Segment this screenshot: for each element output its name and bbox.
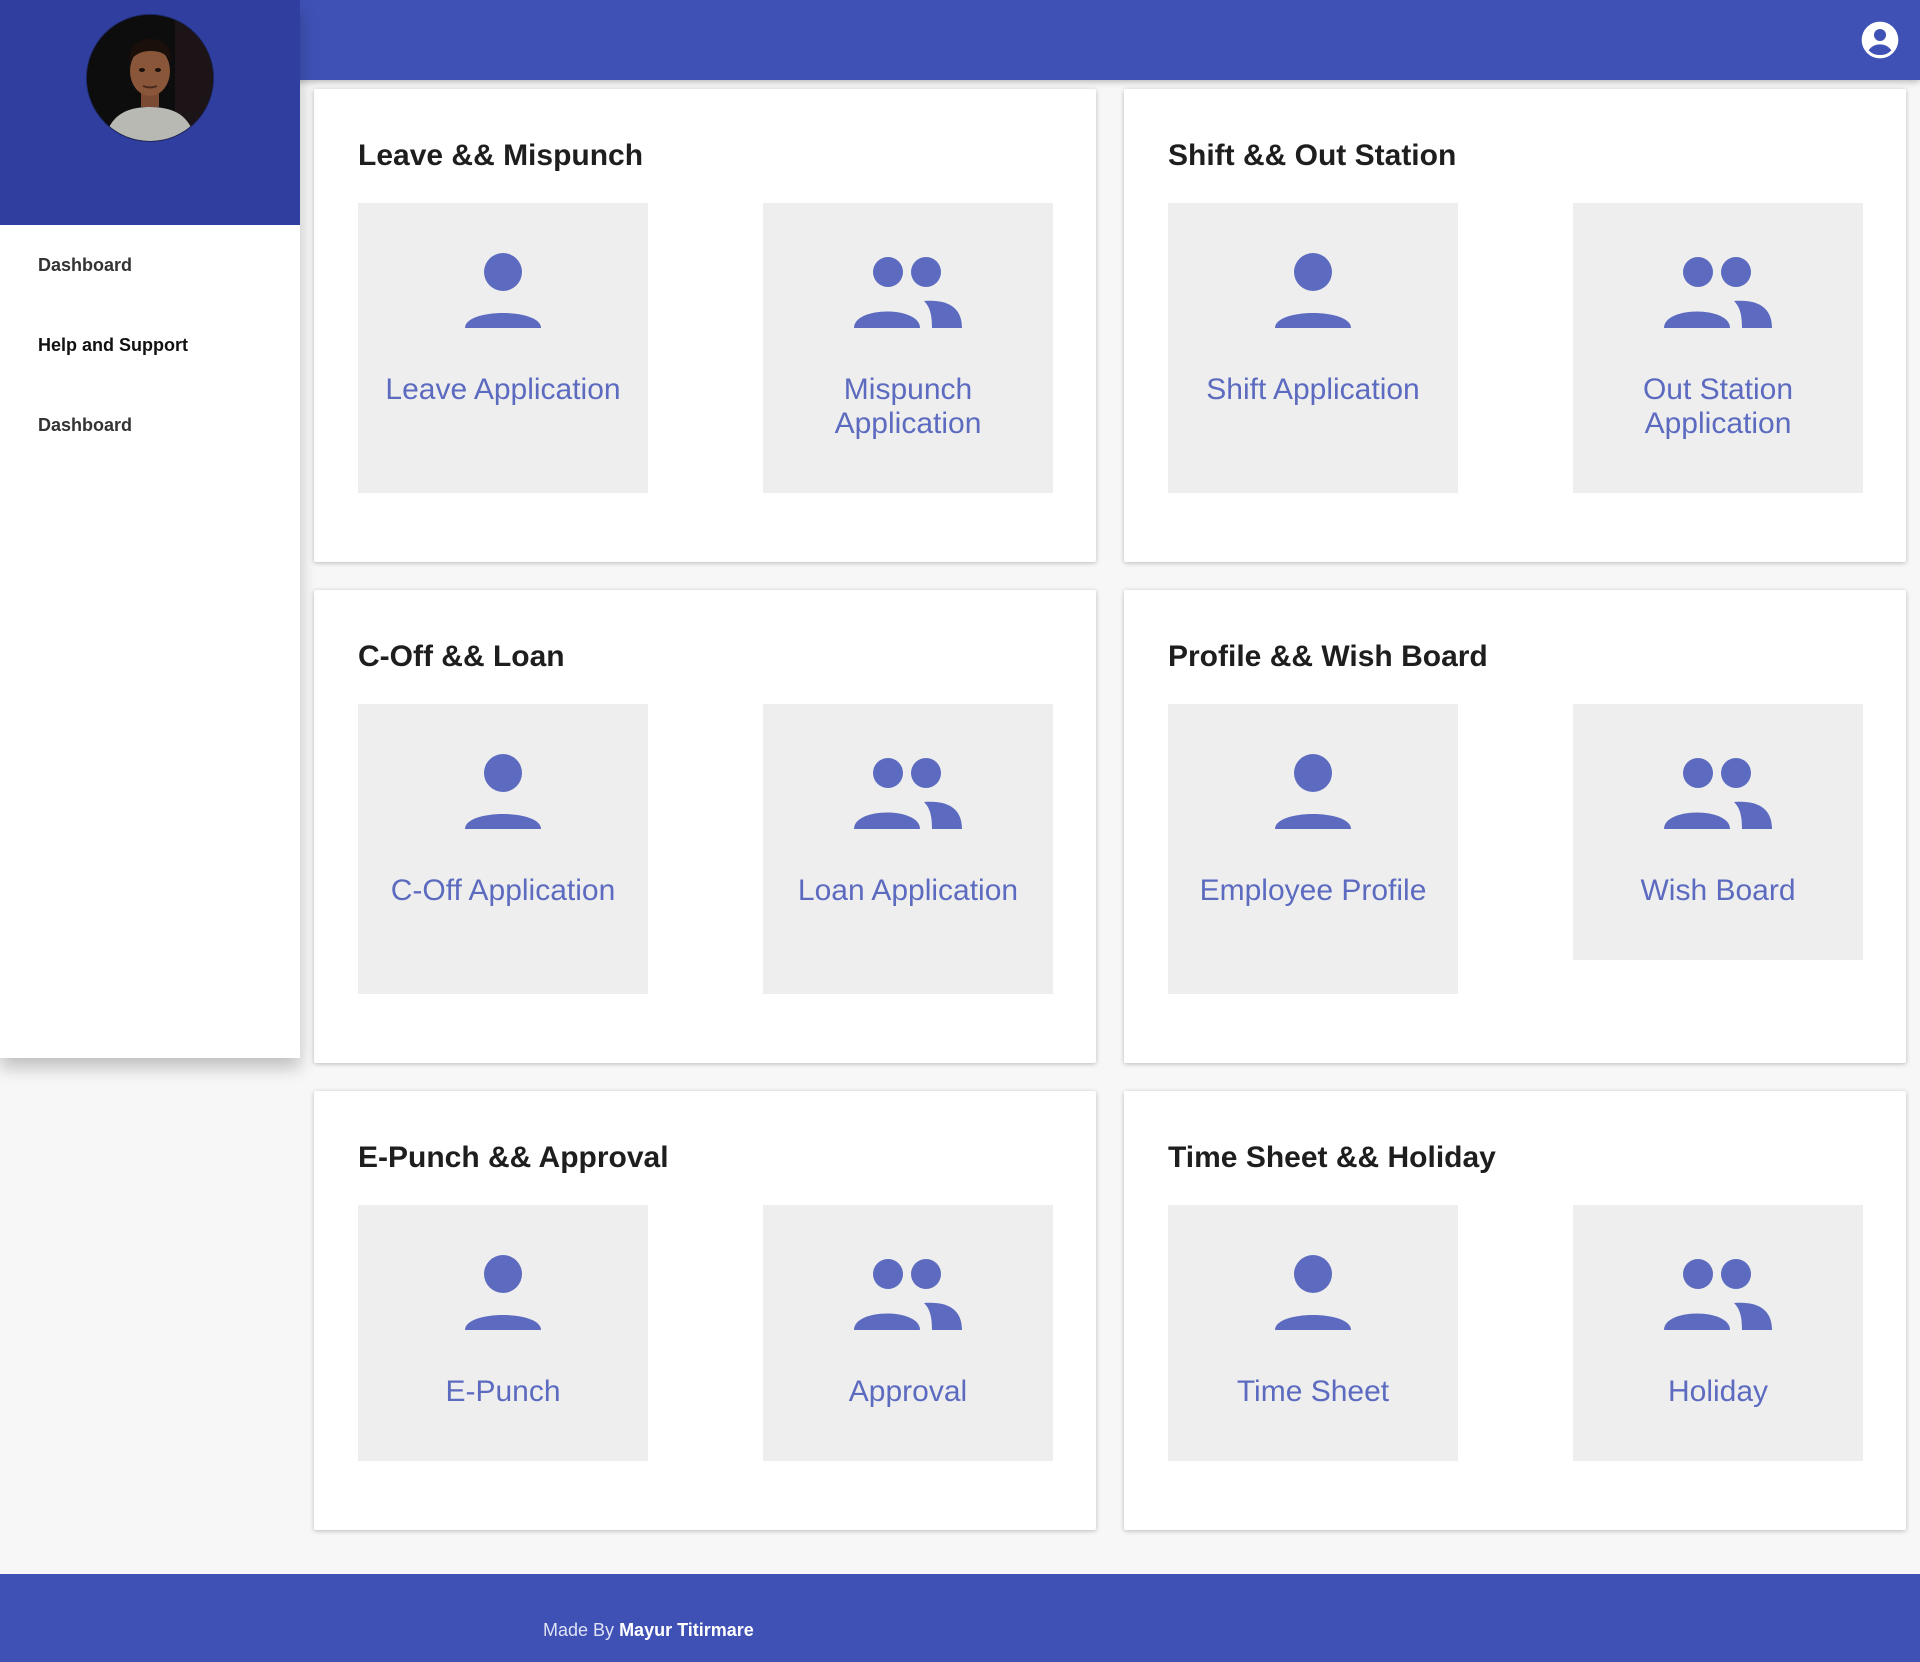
footer: Made By Mayur Titirmare <box>0 1574 1920 1662</box>
tile-label: Employee Profile <box>1199 874 1427 907</box>
card-shift-out-station: Shift && Out Station Shift Application O… <box>1124 89 1906 562</box>
tile-label: Loan Application <box>797 874 1019 907</box>
tile-holiday[interactable]: Holiday <box>1573 1205 1863 1461</box>
tile-approval[interactable]: Approval <box>763 1205 1053 1461</box>
tile-shift-application[interactable]: Shift Application <box>1168 203 1458 493</box>
card-title: Shift && Out Station <box>1168 139 1457 172</box>
tile-label: C-Off Application <box>390 874 616 907</box>
sidebar-nav: Dashboard Help and Support Dashboard <box>0 225 300 465</box>
people-icon <box>1573 1253 1863 1333</box>
people-icon <box>763 752 1053 832</box>
account-circle-icon[interactable] <box>1860 20 1900 60</box>
people-icon <box>763 1253 1053 1333</box>
sidebar-header <box>0 0 300 225</box>
tile-mispunch-application[interactable]: Mispunch Application <box>763 203 1053 493</box>
card-title: Leave && Mispunch <box>358 139 644 172</box>
footer-prefix: Made By <box>543 1620 615 1640</box>
tile-wish-board[interactable]: Wish Board <box>1573 704 1863 960</box>
tile-epunch[interactable]: E-Punch <box>358 1205 648 1461</box>
tile-loan-application[interactable]: Loan Application <box>763 704 1053 994</box>
tile-label: Wish Board <box>1640 874 1796 907</box>
tile-leave-application[interactable]: Leave Application <box>358 203 648 493</box>
card-title: E-Punch && Approval <box>358 1141 669 1174</box>
person-icon <box>1168 1253 1458 1333</box>
tile-label: Approval <box>848 1375 968 1408</box>
tile-label: E-Punch <box>445 1375 561 1408</box>
tile-coff-application[interactable]: C-Off Application <box>358 704 648 994</box>
person-icon <box>358 251 648 331</box>
card-title: Profile && Wish Board <box>1168 640 1488 673</box>
sidebar-item-dashboard[interactable]: Dashboard <box>0 225 300 305</box>
card-coff-loan: C-Off && Loan C-Off Application Loan App… <box>314 590 1096 1063</box>
sidebar-item-help-and-support[interactable]: Help and Support <box>0 305 300 385</box>
tile-label: Out Station Application <box>1642 373 1794 440</box>
tile-label: Mispunch Application <box>834 373 982 440</box>
tile-label: Time Sheet <box>1236 1375 1390 1408</box>
card-profile-wish-board: Profile && Wish Board Employee Profile W… <box>1124 590 1906 1063</box>
tile-label: Holiday <box>1667 1375 1769 1408</box>
tile-label: Leave Application <box>385 373 621 406</box>
card-leave-mispunch: Leave && Mispunch Leave Application Misp… <box>314 89 1096 562</box>
sidebar-item-dashboard-2[interactable]: Dashboard <box>0 385 300 465</box>
sidebar: Dashboard Help and Support Dashboard <box>0 0 300 1058</box>
people-icon <box>1573 251 1863 331</box>
footer-author: Mayur Titirmare <box>619 1620 754 1640</box>
person-icon <box>358 1253 648 1333</box>
tile-time-sheet[interactable]: Time Sheet <box>1168 1205 1458 1461</box>
card-epunch-approval: E-Punch && Approval E-Punch Approval <box>314 1091 1096 1530</box>
card-title: C-Off && Loan <box>358 640 565 673</box>
person-icon <box>358 752 648 832</box>
tile-employee-profile[interactable]: Employee Profile <box>1168 704 1458 994</box>
people-icon <box>1573 752 1863 832</box>
footer-credit: Made By Mayur Titirmare <box>543 1620 754 1641</box>
avatar[interactable] <box>87 15 213 141</box>
tile-out-station-application[interactable]: Out Station Application <box>1573 203 1863 493</box>
people-icon <box>763 251 1053 331</box>
person-icon <box>1168 251 1458 331</box>
card-title: Time Sheet && Holiday <box>1168 1141 1496 1174</box>
person-icon <box>1168 752 1458 832</box>
card-time-sheet-holiday: Time Sheet && Holiday Time Sheet Holiday <box>1124 1091 1906 1530</box>
tile-label: Shift Application <box>1206 373 1420 406</box>
